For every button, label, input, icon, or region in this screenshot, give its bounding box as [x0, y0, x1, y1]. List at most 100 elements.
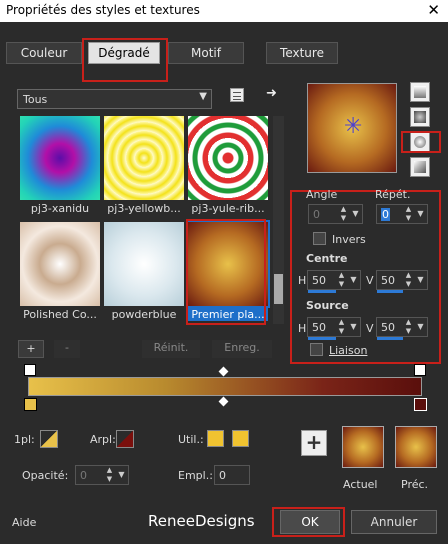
highlight-style [401, 131, 441, 153]
source-h-spinbox[interactable]: 50 ▲ ▼ ▼ [307, 317, 361, 340]
chevron-down-icon[interactable]: ▼ [415, 271, 426, 289]
gradient-preview-polished [20, 222, 100, 306]
highlight-tab [82, 38, 168, 82]
current-label: Actuel [343, 478, 378, 491]
chevron-down-icon[interactable]: ▼ [415, 318, 426, 336]
location-field[interactable]: 0 [214, 465, 250, 485]
library-category-select[interactable]: Tous ▼ [17, 89, 212, 109]
spin-arrows-icon[interactable]: ▲ ▼ [403, 205, 414, 223]
opacity-midpoint[interactable] [218, 366, 229, 377]
center-h-spinbox[interactable]: 50 ▲ ▼ ▼ [307, 270, 361, 293]
chevron-down-icon[interactable]: ▼ [116, 466, 127, 484]
source-v-slider[interactable] [377, 337, 403, 340]
chevron-down-icon[interactable]: ▼ [415, 205, 426, 223]
color-midpoint[interactable] [218, 396, 229, 407]
title-bar: Propriétés des styles et textures ✕ [0, 0, 448, 22]
opacity-stop-right[interactable] [414, 364, 426, 376]
center-h-slider[interactable] [308, 290, 336, 293]
repeat-spinbox[interactable]: 0 ▲ ▼ ▼ [376, 204, 428, 224]
gradient-preview-xanidu [20, 116, 100, 200]
tab-motif[interactable]: Motif [168, 42, 244, 64]
location-label: Empl.: [178, 469, 213, 482]
center-h-value: 50 [312, 274, 326, 287]
scroll-thumb[interactable] [274, 274, 283, 304]
previous-swatch[interactable] [395, 426, 437, 468]
gradient-thumb-2[interactable]: pj3-yellowb... [104, 116, 184, 215]
library-view-icon[interactable] [230, 88, 244, 102]
spin-arrows-icon[interactable]: ▲ ▼ [336, 271, 347, 289]
foreground-swatch[interactable] [40, 430, 58, 448]
previous-label: Préc. [401, 478, 429, 491]
gradient-preview[interactable]: ✳ [307, 83, 397, 173]
close-icon[interactable]: ✕ [427, 1, 440, 19]
opacity-label: Opacité: [22, 469, 69, 482]
center-v-slider[interactable] [377, 290, 403, 293]
link-checkbox[interactable] [310, 343, 323, 356]
source-v-spinbox[interactable]: 50 ▲ ▼ ▼ [376, 317, 428, 340]
library-scrollbar[interactable] [273, 116, 284, 324]
source-h-slider[interactable] [308, 337, 336, 340]
gradient-label: pj3-yule-rib... [191, 202, 265, 215]
opacity-spinbox[interactable]: 0 ▲ ▼ ▼ [75, 465, 129, 485]
chevron-down-icon[interactable]: ▼ [348, 318, 359, 336]
remove-gradient-button[interactable]: - [54, 340, 80, 358]
source-v-value: 50 [381, 321, 395, 334]
center-label: Centre [306, 252, 348, 265]
library-category-value: Tous [23, 93, 48, 106]
add-gradient-button[interactable]: + [18, 340, 44, 358]
gradient-thumb-5[interactable]: powderblue [104, 222, 184, 321]
spin-arrows-icon[interactable]: ▲ ▼ [104, 466, 115, 484]
arrow-right-icon[interactable]: ➜ [266, 86, 277, 101]
user-colors-label: Util.: [178, 433, 204, 446]
tab-bar: Couleur Dégradé Motif Texture [0, 30, 448, 74]
source-h-label: H [298, 322, 307, 335]
angle-label: Angle [306, 188, 338, 201]
spin-arrows-icon[interactable]: ▲ ▼ [338, 205, 349, 223]
style-rectangular-icon[interactable] [410, 107, 430, 127]
background-label: Arpl: [90, 433, 116, 446]
style-radial-icon[interactable] [410, 157, 430, 177]
tab-texture[interactable]: Texture [266, 42, 338, 64]
user-color-2[interactable] [232, 430, 249, 447]
color-stop-right[interactable] [414, 398, 427, 411]
chevron-down-icon[interactable]: ▼ [350, 205, 361, 223]
angle-value: 0 [313, 208, 320, 221]
repeat-label: Répét. [375, 188, 411, 201]
help-link[interactable]: Aide [12, 516, 36, 529]
spin-arrows-icon[interactable]: ▲ ▼ [403, 318, 414, 336]
center-h-label: H [298, 274, 307, 287]
link-label: Liaison [329, 344, 368, 357]
reset-button[interactable]: Réinit. [142, 340, 200, 358]
gradient-thumb-3[interactable]: pj3-yule-rib... [188, 116, 268, 215]
invert-checkbox[interactable] [313, 232, 326, 245]
gradient-label: pj3-yellowb... [107, 202, 181, 215]
gradient-thumb-4[interactable]: Polished Co... [20, 222, 100, 321]
style-linear-icon[interactable] [410, 82, 430, 102]
spin-arrows-icon[interactable]: ▲ ▼ [403, 271, 414, 289]
opacity-stop-left[interactable] [24, 364, 36, 376]
user-color-1[interactable] [207, 430, 224, 447]
chevron-down-icon[interactable]: ▼ [348, 271, 359, 289]
background-swatch[interactable] [116, 430, 134, 448]
gradient-label: powderblue [111, 308, 177, 321]
center-v-spinbox[interactable]: 50 ▲ ▼ ▼ [376, 270, 428, 293]
chevron-down-icon: ▼ [199, 91, 207, 102]
center-v-value: 50 [381, 274, 395, 287]
source-h-value: 50 [312, 321, 326, 334]
color-stop-left[interactable] [24, 398, 37, 411]
cancel-button[interactable]: Annuler [351, 510, 437, 534]
gradient-thumb-1[interactable]: pj3-xanidu [20, 116, 100, 215]
window-title: Propriétés des styles et textures [6, 3, 200, 17]
gradient-preview-yellowb [104, 116, 184, 200]
current-swatch[interactable] [342, 426, 384, 468]
spin-arrows-icon[interactable]: ▲ ▼ [336, 318, 347, 336]
add-to-swatches-button[interactable]: + [301, 430, 327, 456]
highlight-ok [272, 507, 345, 537]
crosshair-icon[interactable]: ✳ [344, 114, 362, 139]
gradient-preview-yule [188, 116, 268, 200]
save-button[interactable]: Enreg. [212, 340, 272, 358]
gradient-bar[interactable] [28, 377, 422, 396]
tab-couleur[interactable]: Couleur [6, 42, 82, 64]
center-v-label: V [366, 274, 374, 287]
angle-spinbox[interactable]: 0 ▲ ▼ ▼ [308, 204, 363, 224]
